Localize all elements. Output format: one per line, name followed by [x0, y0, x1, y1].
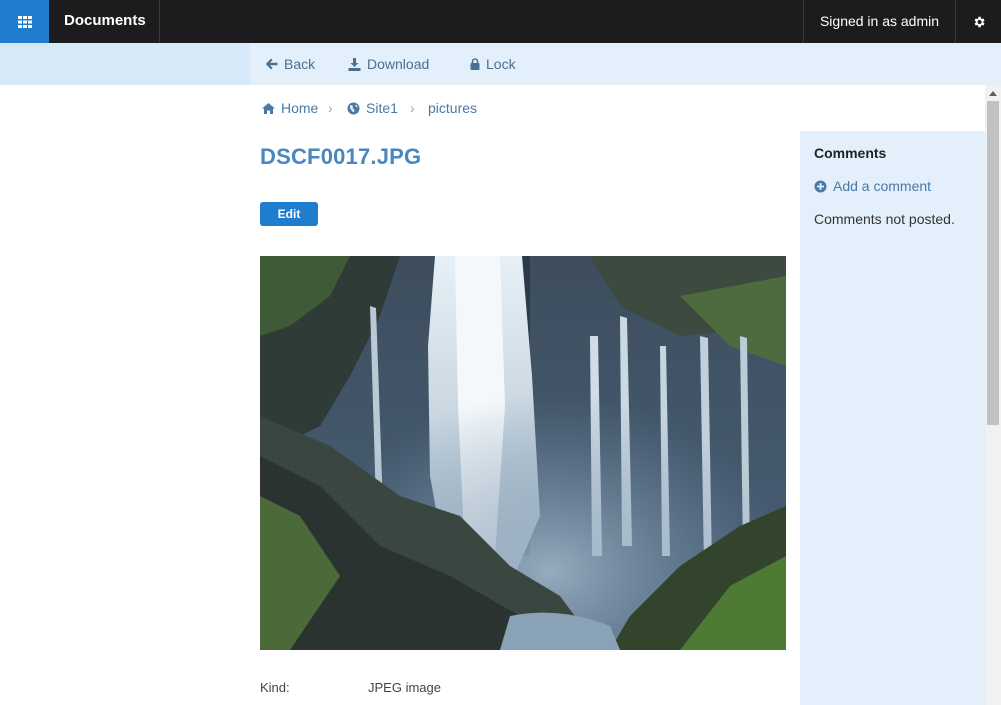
- edit-button[interactable]: Edit: [260, 202, 318, 226]
- lock-icon: [470, 58, 480, 70]
- breadcrumb-pictures[interactable]: pictures: [428, 99, 477, 117]
- app-title[interactable]: Documents: [49, 0, 160, 43]
- arrow-left-icon: [265, 58, 278, 70]
- plus-circle-icon: [814, 180, 827, 192]
- grid-icon: [17, 15, 32, 28]
- comments-panel: Comments Add a comment Comments not post…: [800, 131, 985, 705]
- left-strip: [0, 43, 250, 85]
- app-menu-button[interactable]: [0, 0, 49, 43]
- property-value-kind: JPEG image: [368, 680, 441, 695]
- scroll-up-button[interactable]: [985, 85, 1001, 101]
- breadcrumb-home-label: Home: [281, 100, 319, 116]
- globe-icon: [347, 102, 360, 114]
- breadcrumb-separator: ›: [328, 100, 333, 116]
- comments-title: Comments: [814, 145, 887, 161]
- gear-icon: [974, 16, 985, 27]
- action-bar: Back Download Lock: [250, 43, 1001, 85]
- breadcrumb-pictures-label: pictures: [428, 100, 478, 116]
- add-comment-label: Add a comment: [833, 178, 932, 194]
- page-title: DSCF0017.JPG: [260, 144, 422, 169]
- breadcrumb-site1[interactable]: Site1: [347, 99, 398, 117]
- lock-label: Lock: [486, 56, 516, 72]
- user-menu[interactable]: Signed in as admin: [803, 0, 956, 43]
- download-button[interactable]: Download: [348, 43, 429, 85]
- add-comment-link[interactable]: Add a comment: [814, 178, 931, 194]
- image-preview: [260, 256, 786, 650]
- top-bar: Documents Signed in as admin: [0, 0, 1001, 43]
- lock-button[interactable]: Lock: [470, 43, 516, 85]
- scroll-thumb[interactable]: [987, 101, 999, 425]
- breadcrumb-site1-label: Site1: [366, 100, 398, 116]
- settings-button[interactable]: [956, 0, 1001, 43]
- back-label: Back: [284, 56, 316, 72]
- comments-status: Comments not posted.: [814, 211, 955, 227]
- property-label-kind: Kind:: [260, 680, 290, 695]
- download-label: Download: [367, 56, 430, 72]
- triangle-up-icon: [989, 90, 997, 96]
- breadcrumb-separator: ›: [410, 100, 415, 116]
- scrollbar[interactable]: [985, 85, 1001, 705]
- download-icon: [348, 57, 361, 71]
- home-icon: [262, 102, 275, 114]
- back-button[interactable]: Back: [265, 43, 315, 85]
- breadcrumb-home[interactable]: Home: [262, 99, 318, 117]
